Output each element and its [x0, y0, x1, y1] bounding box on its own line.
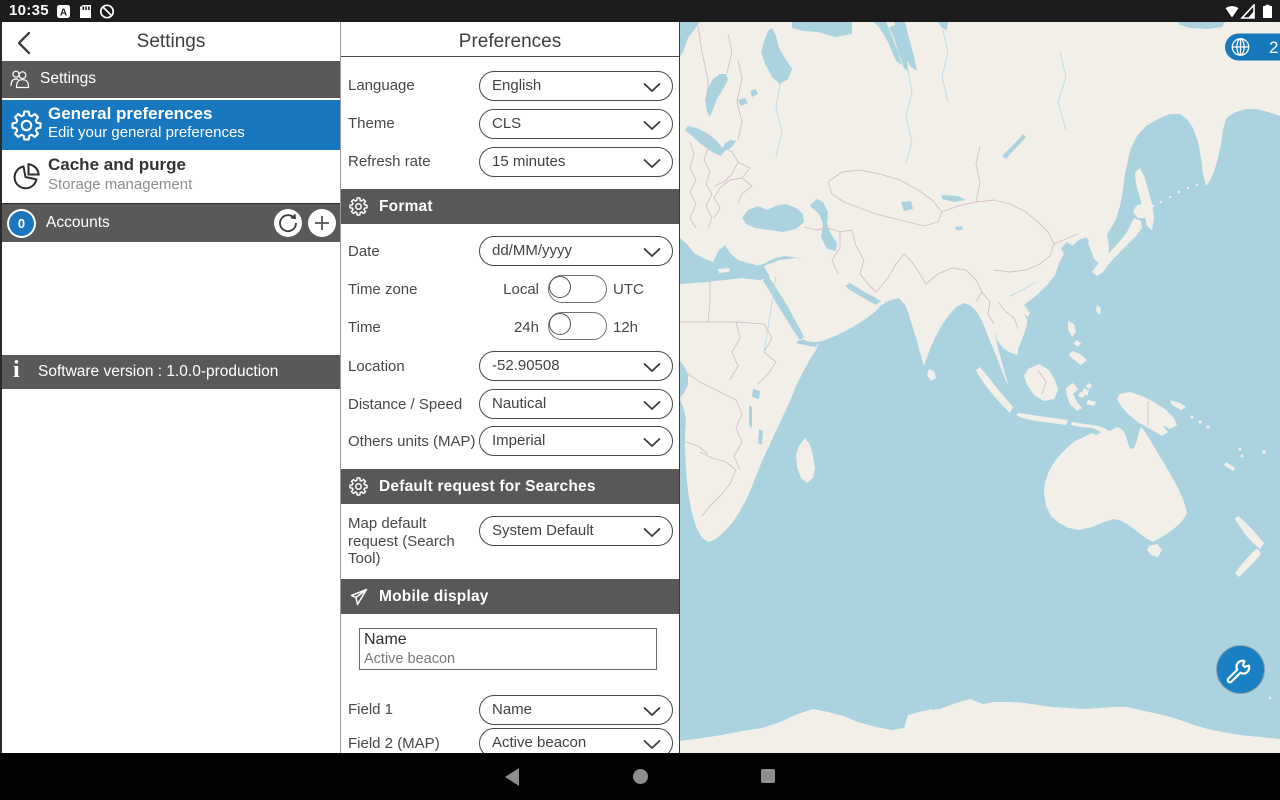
svg-text:A: A: [60, 7, 67, 18]
svg-text:2: 2: [1269, 38, 1278, 57]
